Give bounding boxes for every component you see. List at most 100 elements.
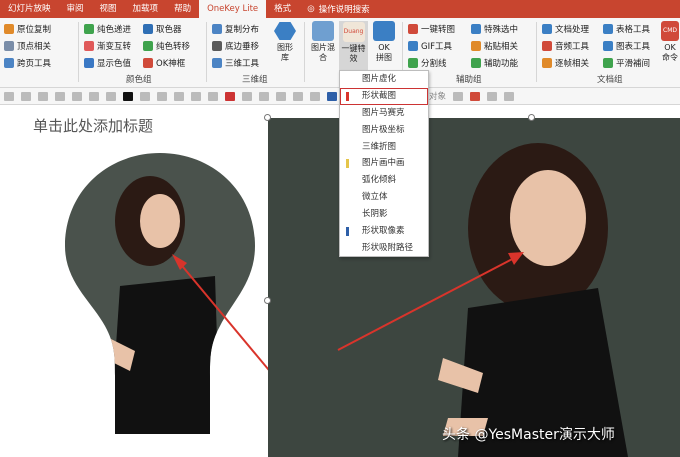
ribbon-col-6: 特殊选中 粘贴相关 辅助功能	[471, 22, 518, 70]
shape-library-button[interactable]: 图形库	[272, 21, 298, 63]
3d-tools-button[interactable]: 三维工具	[212, 56, 259, 70]
label: 图片虚化	[362, 74, 397, 84]
label: 复制分布	[225, 25, 260, 35]
outline-color-icon[interactable]	[225, 91, 235, 101]
front-icon[interactable]	[470, 91, 481, 101]
menu-item-shape-screenshot[interactable]: 形状截图	[340, 87, 428, 105]
image-icon[interactable]	[293, 91, 303, 101]
frame-by-frame-button[interactable]: 逐帧相关	[542, 56, 589, 70]
text-box-icon[interactable]	[72, 91, 82, 101]
divider-line-button[interactable]: 分割线	[408, 56, 455, 70]
size-icon[interactable]	[504, 91, 515, 101]
ribbon-col-3: 取色器 纯色转移 OK神框	[143, 22, 190, 70]
solid-transfer-button[interactable]: 纯色转移	[143, 39, 190, 53]
table-tools-button[interactable]: 表格工具	[603, 22, 650, 36]
menu-item-picture-in-picture[interactable]: 图片画中画	[340, 155, 428, 172]
menu-item-polar-coordinate[interactable]: 图片极坐标	[340, 122, 428, 139]
item-marker	[346, 227, 349, 237]
label: 形状吸附路径	[362, 242, 414, 253]
menu-item-arc-skew[interactable]: 弧化倾斜	[340, 172, 428, 189]
lightbulb-icon: ◎	[307, 4, 315, 14]
fill-color-icon[interactable]	[123, 91, 133, 101]
rotate-icon[interactable]	[310, 91, 320, 101]
tab-format[interactable]: 格式	[266, 0, 299, 18]
menu-item-image-mosaic[interactable]: 图片马赛克	[340, 105, 428, 122]
ribbon-tab-bar: 幻灯片放映 审阅 视图 加载项 帮助 OneKey Lite 格式 ◎ 操作说明…	[0, 0, 680, 18]
tab-onekey-lite[interactable]: OneKey Lite	[199, 0, 267, 18]
tell-me-search[interactable]: ◎ 操作说明搜索	[307, 3, 369, 15]
tab-view[interactable]: 视图	[92, 0, 125, 18]
one-key-to-image-button[interactable]: 一键转图	[408, 22, 455, 36]
ok-frame-button[interactable]: OK神框	[143, 56, 190, 70]
menu-item-micro-3d[interactable]: 微立体	[340, 189, 428, 206]
label: 粘贴相关	[484, 42, 519, 52]
image-mix-button[interactable]: 图片混合	[308, 21, 338, 63]
distribute-icon[interactable]	[242, 91, 252, 101]
resize-handle[interactable]	[264, 297, 271, 304]
menu-item-shape-snap-path[interactable]: 形状吸附路径	[340, 240, 428, 257]
ok-command-button[interactable]: CMD OK命令	[660, 21, 680, 63]
item-marker	[346, 126, 349, 135]
slide-canvas[interactable]: 单击此处添加标题	[0, 106, 268, 457]
vertex-button[interactable]: 顶点相关	[4, 39, 51, 53]
color-picker-button[interactable]: 取色器	[143, 22, 190, 36]
ribbon-col-4: 复制分布 底边垂移 三维工具	[212, 22, 259, 70]
link-icon[interactable]	[38, 91, 48, 101]
one-key-effect-button[interactable]: Duang 一键特效	[339, 21, 368, 71]
menu-item-3d-fold[interactable]: 三维折图	[340, 139, 428, 156]
show-color-value-button[interactable]: 显示色值	[84, 56, 131, 70]
font-color-icon[interactable]	[106, 91, 116, 101]
wrench-icon	[471, 58, 481, 68]
copy-distribute-button[interactable]: 复制分布	[212, 22, 259, 36]
label: 跨页工具	[17, 59, 52, 69]
back-icon[interactable]	[487, 91, 498, 101]
font-size-icon[interactable]	[89, 91, 99, 101]
eyedropper-icon[interactable]	[259, 91, 269, 101]
line-style-icon[interactable]	[191, 91, 201, 101]
color-fill-icon[interactable]	[327, 91, 337, 101]
group-label-document: 文档组	[597, 75, 623, 85]
tab-slideshow[interactable]: 幻灯片放映	[0, 0, 59, 18]
arrange-icon[interactable]	[453, 91, 464, 101]
crop-icon[interactable]	[276, 91, 286, 101]
cross-page-button[interactable]: 跨页工具	[4, 56, 51, 70]
audio-tools-button[interactable]: 音频工具	[542, 39, 589, 53]
line-width-icon[interactable]	[208, 91, 218, 101]
gradient-swap-button[interactable]: 渐变互转	[84, 39, 131, 53]
shape-icon[interactable]	[4, 91, 14, 101]
edit-shape-icon[interactable]	[21, 91, 31, 101]
label: 图片极坐标	[362, 124, 405, 135]
paste-related-button[interactable]: 粘贴相关	[471, 39, 518, 53]
ok-image-button[interactable]: OK拼图	[371, 21, 397, 63]
label: 微立体	[362, 192, 388, 203]
lightbulb-shape-cropped-image[interactable]	[0, 106, 268, 457]
original-photo[interactable]	[268, 118, 680, 457]
gif-tools-button[interactable]: GIF工具	[408, 39, 455, 53]
menu-item-image-blur[interactable]: 图片虚化	[340, 71, 428, 88]
grid-icon[interactable]	[55, 91, 65, 101]
resize-handle[interactable]	[528, 114, 535, 121]
page-icon	[4, 58, 14, 68]
assist-function-button[interactable]: 辅助功能	[471, 56, 518, 70]
divider	[78, 22, 79, 82]
tab-addins[interactable]: 加载项	[125, 0, 167, 18]
chart-tools-button[interactable]: 图表工具	[603, 39, 650, 53]
original-copy-button[interactable]: 原位复制	[4, 22, 51, 36]
frame-icon	[143, 58, 153, 68]
solid-step-button[interactable]: 纯色递进	[84, 22, 131, 36]
tab-review[interactable]: 审阅	[59, 0, 92, 18]
watermark: 头条 @YesMaster演示大师	[442, 427, 615, 443]
align-left-icon[interactable]	[157, 91, 167, 101]
resize-handle[interactable]	[264, 114, 271, 121]
align-center-icon[interactable]	[174, 91, 184, 101]
label: 显示色值	[97, 59, 132, 69]
special-select-button[interactable]: 特殊选中	[471, 22, 518, 36]
tab-help[interactable]: 帮助	[166, 0, 199, 18]
menu-item-shape-pixel[interactable]: 形状取像素	[340, 223, 428, 240]
menu-item-long-shadow[interactable]: 长阴影	[340, 206, 428, 223]
document-process-button[interactable]: 文档处理	[542, 22, 589, 36]
bottom-shift-button[interactable]: 底边垂移	[212, 39, 259, 53]
label: 音频工具	[555, 42, 590, 52]
smooth-tween-button[interactable]: 平滑補间	[603, 56, 650, 70]
bold-icon[interactable]	[140, 91, 150, 101]
